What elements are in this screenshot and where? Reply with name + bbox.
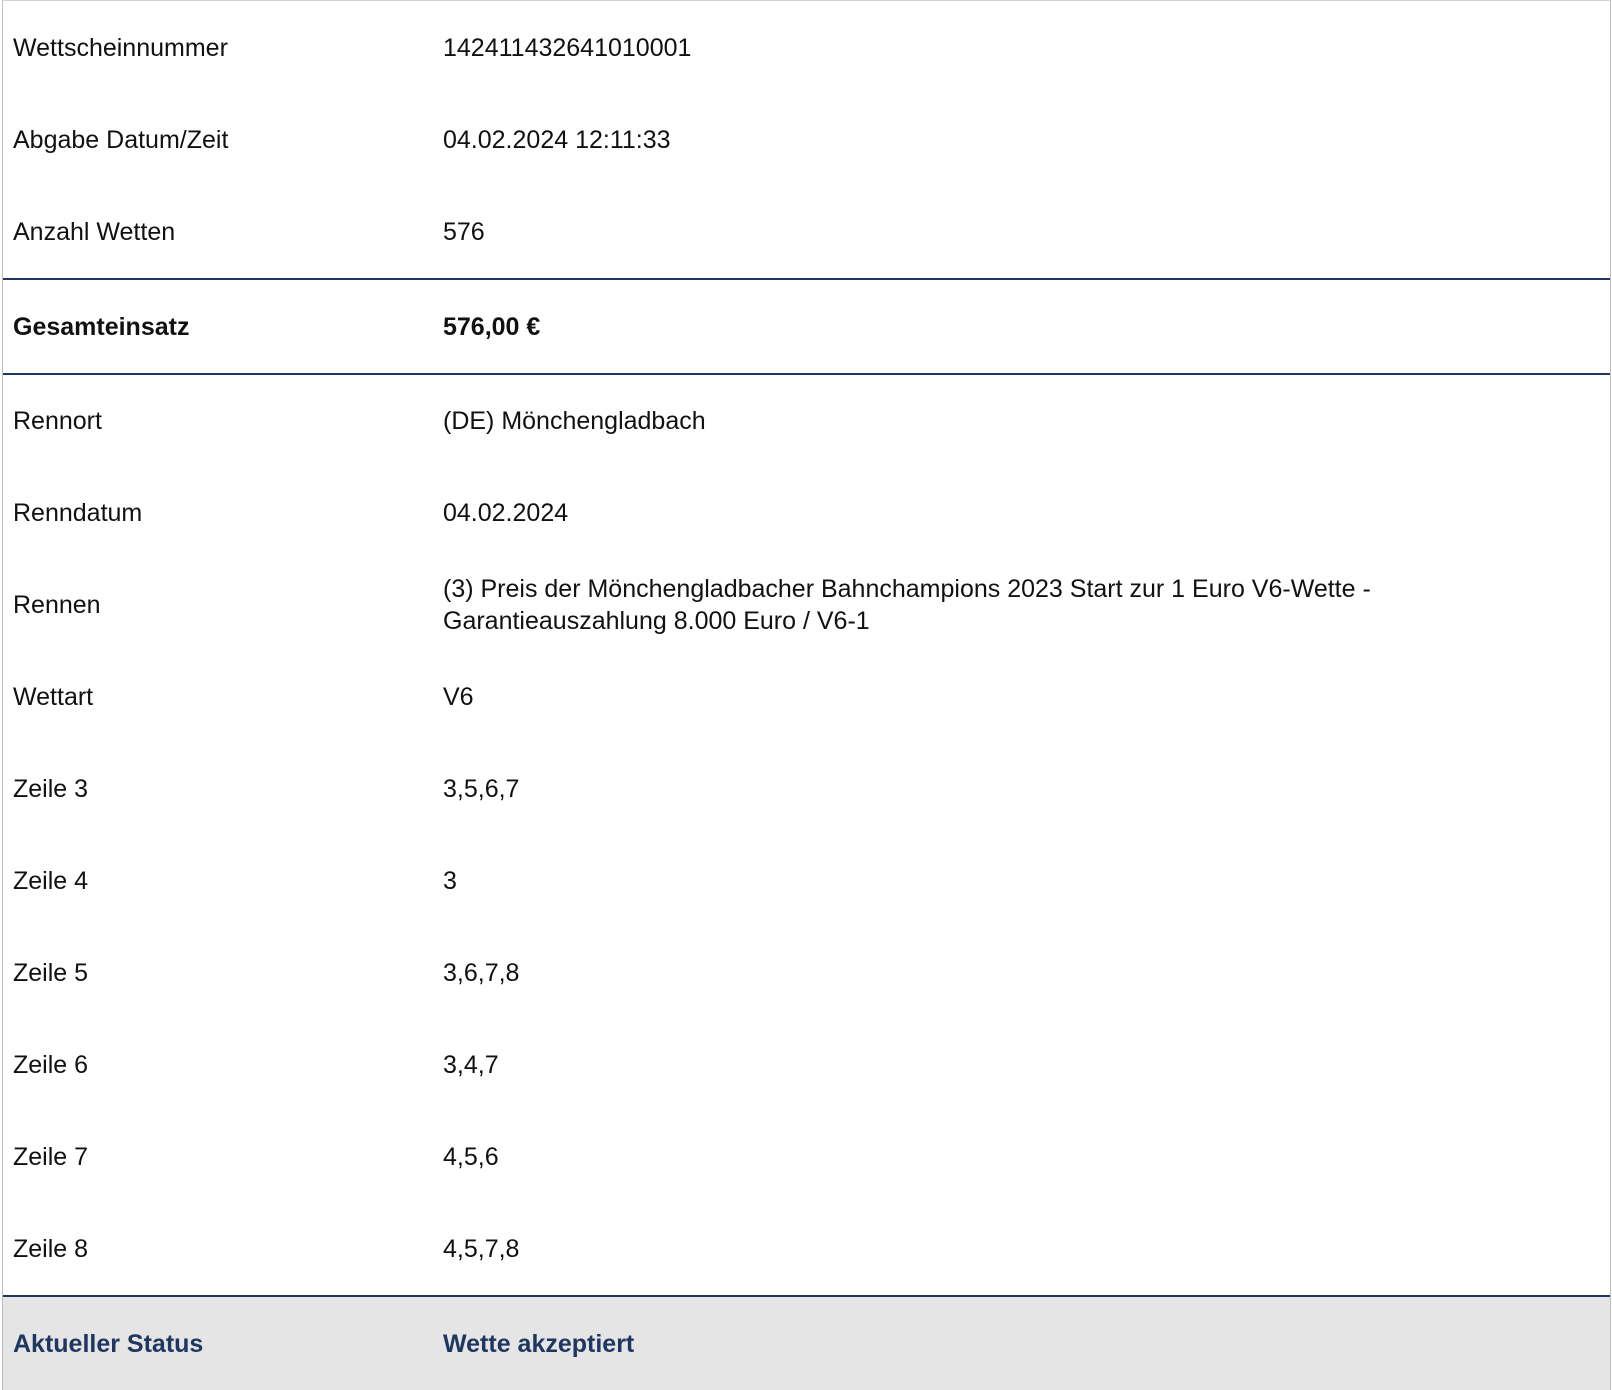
race-date-row: Renndatum 04.02.2024 [3,467,1610,559]
race-value: (3) Preis der Mönchengladbacher Bahncham… [443,575,1371,635]
race-details-section: Rennort (DE) Mönchengladbach Renndatum 0… [3,375,1610,1295]
selection-line-row: Zeile 8 4,5,7,8 [3,1203,1610,1295]
race-row: Rennen (3) Preis der Mönchengladbacher B… [3,559,1610,651]
selection-line-row: Zeile 7 4,5,6 [3,1111,1610,1203]
total-stake-row: Gesamteinsatz 576,00 € [3,280,1610,373]
selection-line-row: Zeile 4 3 [3,835,1610,927]
bet-count-value: 576 [443,218,485,246]
selection-line-value: 4,5,6 [443,1143,499,1171]
bet-slip: Wettscheinnummer 142411432641010001 Abga… [2,0,1611,1390]
selection-line-label: Zeile 5 [13,959,89,987]
selection-line-label: Zeile 7 [13,1143,89,1171]
ticket-number-label: Wettscheinnummer [13,33,228,62]
selection-line-label: Zeile 3 [13,775,89,803]
bet-type-label: Wettart [13,683,94,711]
bet-count-label: Anzahl Wetten [13,218,176,246]
selection-line-row: Zeile 5 3,6,7,8 [3,927,1610,1019]
selection-line-value: 3 [443,867,457,895]
total-stake-label: Gesamteinsatz [13,312,190,341]
bet-type-value: V6 [443,683,474,711]
status-row: Aktueller Status Wette akzeptiert [3,1297,1610,1390]
submitted-label: Abgabe Datum/Zeit [13,126,229,154]
submitted-row: Abgabe Datum/Zeit 04.02.2024 12:11:33 [3,94,1610,186]
bet-count-row: Anzahl Wetten 576 [3,186,1610,278]
race-date-label: Renndatum [13,499,143,527]
venue-row: Rennort (DE) Mönchengladbach [3,375,1610,467]
selection-line-label: Zeile 6 [13,1051,89,1079]
total-stake-value: 576,00 € [443,312,541,341]
selection-line-value: 3,6,7,8 [443,959,520,987]
bet-type-row: Wettart V6 [3,651,1610,743]
ticket-number-value: 142411432641010001 [443,33,692,62]
race-label: Rennen [13,591,101,619]
selection-line-value: 3,4,7 [443,1051,499,1079]
selection-line-value: 3,5,6,7 [443,775,520,803]
venue-label: Rennort [13,407,102,435]
selection-line-label: Zeile 8 [13,1235,89,1263]
submitted-value: 04.02.2024 12:11:33 [443,126,671,154]
selection-line-value: 4,5,7,8 [443,1235,520,1263]
ticket-number-row: Wettscheinnummer 142411432641010001 [3,1,1610,94]
selection-line-label: Zeile 4 [13,867,89,895]
venue-value: (DE) Mönchengladbach [443,407,706,435]
selection-line-row: Zeile 3 3,5,6,7 [3,743,1610,835]
status-value: Wette akzeptiert [443,1329,635,1358]
race-date-value: 04.02.2024 [443,499,569,527]
selection-line-row: Zeile 6 3,4,7 [3,1019,1610,1111]
summary-section: Wettscheinnummer 142411432641010001 Abga… [3,1,1610,278]
status-label: Aktueller Status [13,1329,204,1358]
